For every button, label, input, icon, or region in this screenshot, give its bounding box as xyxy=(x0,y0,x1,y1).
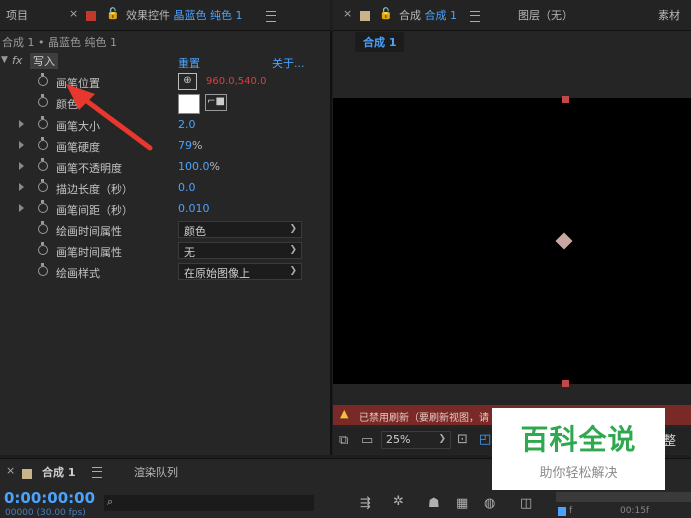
graph-editor-icon[interactable]: ◫ xyxy=(520,496,532,511)
comp-mini-flowchart-icon[interactable]: ⇶ xyxy=(360,496,371,511)
ruler-label: 00:15f xyxy=(620,506,650,516)
frame-blending-icon[interactable]: ▦ xyxy=(456,496,468,511)
tab-composition[interactable]: 合成 合成 1 xyxy=(399,7,457,23)
comp-subtab[interactable]: 合成 1 xyxy=(355,32,405,52)
warning-text: 已禁用刷新（要刷新视图，请 xyxy=(359,413,489,424)
panel-menu-icon[interactable] xyxy=(470,11,480,22)
tab-layer[interactable]: 图层（无） xyxy=(518,7,573,23)
zoom-select[interactable]: 25% ❯ xyxy=(381,431,451,449)
watermark-subtitle: 助你轻松解决 xyxy=(539,466,618,481)
always-preview-icon[interactable]: ⧉ xyxy=(339,433,348,448)
tab-composition-prefix: 合成 xyxy=(399,9,421,22)
anchor-point-icon[interactable] xyxy=(555,232,573,250)
tab-footage[interactable]: 素材 xyxy=(658,7,680,23)
motion-blur-icon[interactable]: ◍ xyxy=(484,496,495,511)
warning-icon: ▲ xyxy=(340,407,349,420)
lock-icon[interactable]: 🔓 xyxy=(379,7,393,20)
region-of-interest-icon[interactable]: ⊡ xyxy=(457,432,468,447)
search-icon: ⌕ xyxy=(107,495,114,508)
watermark-logo: 百科全说 助你轻松解决 xyxy=(492,408,665,490)
playhead[interactable] xyxy=(558,507,566,516)
layer-handle-top[interactable] xyxy=(562,96,569,103)
watermark-title: 百科全说 xyxy=(520,423,637,456)
current-timecode[interactable]: 0:00:00:00 xyxy=(4,489,95,507)
tab-composition-name: 合成 1 xyxy=(424,9,458,22)
ruler-label: f xyxy=(569,506,573,516)
comp-swatch xyxy=(22,467,32,480)
panel-menu-icon[interactable] xyxy=(92,467,102,478)
zoom-value: 25% xyxy=(386,433,411,446)
close-icon[interactable]: × xyxy=(6,464,15,477)
comp-swatch xyxy=(360,9,370,22)
tab-render-queue[interactable]: 渲染队列 xyxy=(134,464,178,480)
mask-visibility-icon[interactable]: ◰ xyxy=(479,432,491,447)
close-icon[interactable]: × xyxy=(343,7,352,20)
draft-3d-icon[interactable]: ✲ xyxy=(393,494,404,509)
layer-search-input[interactable] xyxy=(104,495,314,511)
tab-timeline-comp[interactable]: 合成 1 xyxy=(42,464,75,480)
time-navigator[interactable] xyxy=(556,492,691,502)
right-tab-bar: × 🔓 合成 合成 1 图层（无） 素材 xyxy=(333,0,691,31)
monitor-icon[interactable]: ▭ xyxy=(361,433,373,448)
layer-handle-bottom[interactable] xyxy=(562,380,569,387)
composition-viewer[interactable] xyxy=(333,96,691,387)
shy-layers-icon[interactable]: ☗ xyxy=(428,496,440,511)
chevron-down-icon: ❯ xyxy=(438,434,446,444)
